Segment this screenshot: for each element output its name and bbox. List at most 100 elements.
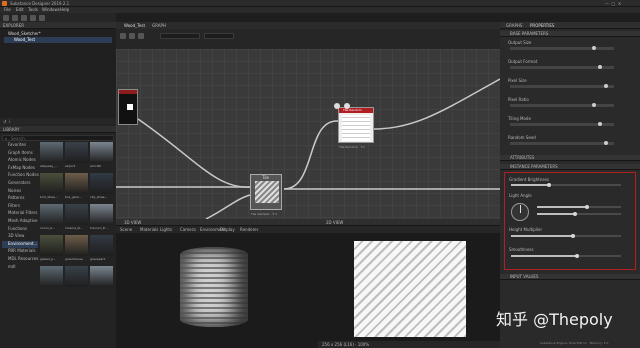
tab-graph-2[interactable]: GRAPH (152, 23, 166, 28)
graph-tool-icon-1[interactable] (120, 33, 126, 39)
new-icon[interactable] (3, 15, 9, 21)
library-thumbnail[interactable]: gravepark (90, 235, 113, 264)
cylinder-mesh (180, 247, 248, 327)
base-param-knob[interactable] (598, 122, 602, 126)
undo-icon[interactable] (30, 15, 36, 21)
library-thumbnail[interactable]: cinema_bi... (65, 204, 88, 233)
tab-graphs[interactable]: GRAPHS (506, 23, 522, 28)
view3d-menu-item[interactable]: Display (220, 227, 235, 232)
thumbnail-label: bus_gara... (65, 195, 82, 199)
library-category-item[interactable]: Mesh Adaptive (2, 218, 38, 225)
library-thumbnail[interactable]: aircraft (90, 142, 113, 171)
library-thumbnail[interactable]: greenhouse (65, 235, 88, 264)
library-thumbnail[interactable]: bus_gara... (65, 173, 88, 202)
base-param-field[interactable] (510, 104, 614, 107)
library-thumbnail[interactable]: city_stree... (90, 173, 113, 202)
graph-tool-icon-2[interactable] (129, 33, 135, 39)
save-icon[interactable] (21, 15, 27, 21)
base-param-knob[interactable] (592, 46, 596, 50)
properties-tabs: GRAPHS PROPERTIES (500, 22, 640, 29)
base-param-field[interactable] (510, 47, 614, 50)
library-category-item[interactable]: PBR Materials (2, 248, 38, 255)
library-thumbnail[interactable]: alleyway_... (40, 142, 63, 171)
explorer-header: EXPLORER (0, 22, 116, 29)
section-input-values[interactable]: INPUT VALUES (500, 274, 640, 280)
menu-help[interactable]: Help (60, 7, 69, 12)
library-category-item[interactable]: Favorites (2, 142, 38, 149)
library-category-item[interactable]: Material Filters (2, 210, 38, 217)
graph-tool-icon-3[interactable] (138, 33, 144, 39)
library-category-item[interactable]: mdl (2, 264, 38, 271)
library-thumbnail[interactable] (90, 266, 113, 295)
library-category-item[interactable]: Atomic Nodes (2, 157, 38, 164)
graph-dropdown[interactable] (160, 33, 200, 39)
explorer-package[interactable]: Wood_Sketcher* (8, 31, 41, 36)
library-category-item[interactable]: Patterns (2, 195, 38, 202)
window-controls[interactable]: — □ ✕ (605, 1, 621, 6)
library-thumbnail[interactable]: circus_b... (40, 204, 63, 233)
angle-dial[interactable] (511, 203, 529, 221)
menu-edit[interactable]: Edit (16, 7, 24, 12)
library-thumbnail[interactable] (40, 266, 63, 295)
library-tool-icons[interactable]: ↺ i (3, 119, 10, 124)
library-category-item[interactable]: Graph Items (2, 150, 38, 157)
menu-file[interactable]: File (4, 7, 11, 12)
view3d-menu-item[interactable]: Camera (180, 227, 196, 232)
library-category-item[interactable]: Function Nodes (2, 172, 39, 179)
search-input[interactable]: Search (11, 136, 25, 141)
section-instance-parameters[interactable]: INSTANCE PARAMETERS (500, 164, 640, 170)
view2d-header: 2D VIEW (318, 219, 500, 226)
base-param-field[interactable] (510, 85, 614, 88)
base-param-field[interactable] (510, 142, 614, 145)
section-attributes[interactable]: ATTRIBUTES (500, 155, 640, 161)
properties-panel: GRAPHS PROPERTIES BASE PARAMETERS Output… (500, 22, 640, 348)
base-param-knob[interactable] (604, 84, 608, 88)
base-param-knob[interactable] (598, 65, 602, 69)
view3d-menu-item[interactable]: Lights (160, 227, 172, 232)
menu-windows[interactable]: Windows (42, 7, 60, 12)
library-category-item[interactable]: Noises (2, 188, 38, 195)
library-category-item[interactable]: Functions (2, 226, 38, 233)
base-param-knob[interactable] (604, 141, 608, 145)
menu-tools[interactable]: Tools (28, 7, 38, 12)
view3d-menu-item[interactable]: Materials (140, 227, 158, 232)
tab-graph[interactable]: Wood_Test (124, 23, 145, 28)
library-category-item[interactable]: MDL Resources (2, 256, 38, 263)
library-thumbnail[interactable]: airport (65, 142, 88, 171)
library-category-item[interactable]: FxMap Nodes (2, 165, 38, 172)
tab-properties[interactable]: PROPERTIES (530, 23, 554, 28)
param-gradient-slider[interactable] (511, 183, 621, 187)
library-category-item[interactable]: Filters (2, 203, 38, 210)
base-param-knob[interactable] (592, 103, 596, 107)
node-pin-icon-2[interactable] (344, 103, 350, 109)
library-category-item[interactable]: Environment... (2, 240, 38, 248)
thumbnail-label: gravepark (90, 257, 106, 261)
library-title: LIBRARY (3, 127, 20, 132)
library-thumbnail[interactable] (65, 266, 88, 295)
param-height-slider[interactable] (511, 234, 621, 238)
tile-sampler-node[interactable]: Tile Tile Sampler - T.1 (250, 174, 282, 216)
section-base-parameters[interactable]: BASE PARAMETERS (500, 31, 640, 37)
tile-random-node[interactable]: Tile Random Tile Random - T.1 (338, 107, 374, 149)
library-search[interactable]: Search ⌕ (2, 135, 114, 141)
section-instance-label: INSTANCE PARAMETERS (510, 164, 558, 169)
graph-dropdown-2[interactable] (204, 33, 234, 39)
library-thumbnail[interactable]: bird_stree... (40, 173, 63, 202)
input-node[interactable] (118, 89, 138, 125)
node-pin-icon-1[interactable] (334, 103, 340, 109)
param-angle-slider-2[interactable] (537, 212, 621, 216)
view2d-toolbar (318, 226, 500, 233)
thumbnail-label: greenhouse (65, 257, 83, 261)
explorer-graph-row[interactable]: Wood_Test (4, 37, 112, 43)
library-thumbnail[interactable]: glazed_p... (40, 235, 63, 264)
redo-icon[interactable] (39, 15, 45, 21)
view3d-menu-item[interactable]: Renderer (240, 227, 258, 232)
library-category-item[interactable]: 3D View (2, 233, 38, 240)
library-thumbnail[interactable]: Cannon_E... (90, 204, 113, 233)
view3d-menu-item[interactable]: Scene (120, 227, 132, 232)
library-category-item[interactable]: Generators (2, 180, 38, 187)
param-angle-slider-1[interactable] (537, 205, 621, 209)
param-smooth-slider[interactable] (511, 254, 621, 258)
graph-canvas[interactable]: Tile Tile Sampler - T.1 Tile Random Tile… (116, 49, 500, 219)
open-icon[interactable] (12, 15, 18, 21)
